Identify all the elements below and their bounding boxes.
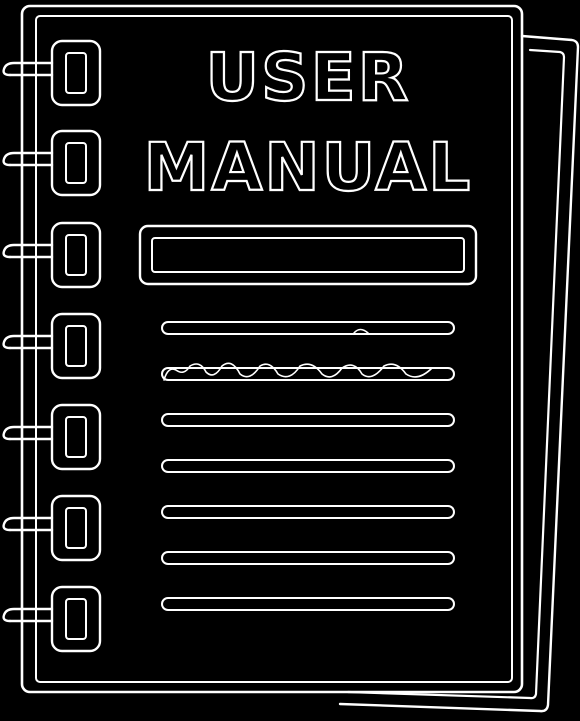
watermark-mark (353, 328, 369, 334)
ring-hole (65, 142, 87, 184)
ring-wire (2, 243, 54, 259)
label-box-outer (138, 224, 478, 286)
binding-ring (2, 403, 102, 471)
ring-hole (65, 52, 87, 94)
binding-ring (2, 129, 102, 197)
ring-hole (65, 234, 87, 276)
binding-ring (2, 585, 102, 653)
ring-hole (65, 507, 87, 549)
label-box-inner (151, 237, 465, 273)
title-line-1: USER (205, 39, 410, 116)
ring-outer (50, 403, 102, 471)
ring-wire (2, 151, 54, 167)
binding-ring (2, 39, 102, 107)
content-line (161, 413, 455, 427)
ring-outer (50, 312, 102, 380)
binding-ring (2, 494, 102, 562)
ring-outer (50, 39, 102, 107)
ring-wire (2, 425, 54, 441)
content-line (161, 551, 455, 565)
content-line (161, 597, 455, 611)
ring-outer (50, 221, 102, 289)
binding-ring (2, 312, 102, 380)
user-manual-illustration: USER MANUAL (0, 0, 580, 721)
ring-hole (65, 325, 87, 367)
ring-wire (2, 334, 54, 350)
content-lines (161, 321, 455, 611)
ring-outer (50, 494, 102, 562)
watermark-squiggle (163, 362, 433, 381)
content-line (161, 505, 455, 519)
binding-ring (2, 221, 102, 289)
ring-outer (50, 129, 102, 197)
content-line (161, 367, 455, 381)
ring-wire (2, 61, 54, 77)
user-manual-icon: USER MANUAL (2, 4, 580, 713)
ring-wire (2, 607, 54, 623)
content-line (161, 321, 455, 335)
spiral-binding (2, 39, 102, 653)
ring-hole (65, 598, 87, 640)
ring-hole (65, 416, 87, 458)
ring-wire (2, 516, 54, 532)
content-line (161, 459, 455, 473)
title-line-2: MANUAL (144, 129, 473, 206)
ring-outer (50, 585, 102, 653)
